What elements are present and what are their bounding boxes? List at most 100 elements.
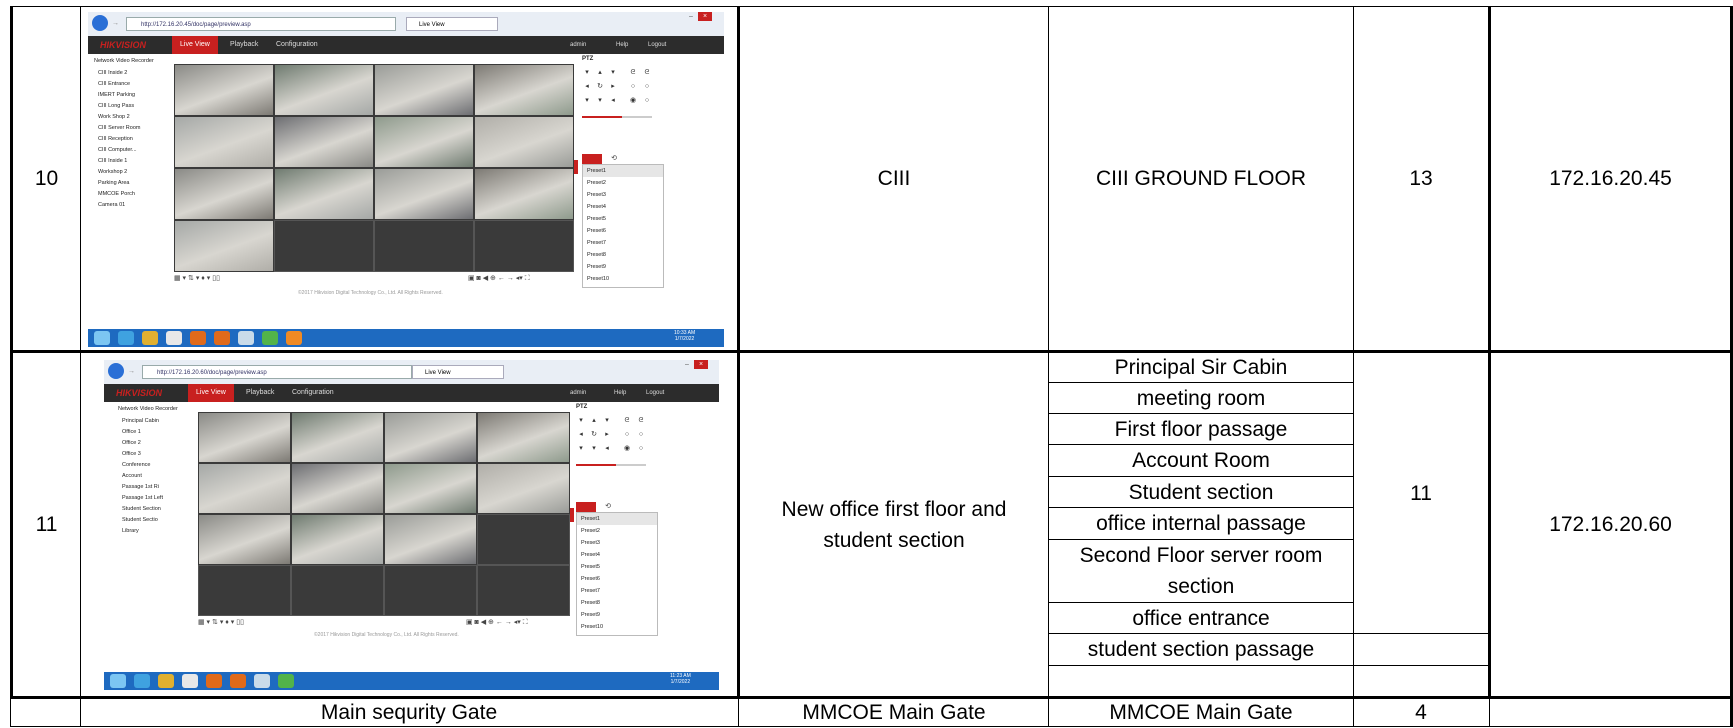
help-link[interactable]: Help <box>616 36 628 54</box>
tab-configuration[interactable]: Configuration <box>284 384 342 402</box>
panel-toggle[interactable] <box>574 160 578 174</box>
preset-item[interactable]: Preset7 <box>583 237 663 249</box>
ptz-speed-slider[interactable] <box>576 464 646 466</box>
ptz-direction-button[interactable]: ▾ <box>589 444 599 454</box>
preset-item[interactable]: Preset2 <box>577 525 657 537</box>
empty-feed-tile[interactable] <box>474 220 574 272</box>
firefox-icon[interactable] <box>190 331 206 345</box>
camera-feed-tile[interactable] <box>385 515 476 564</box>
ptz-zoom-button[interactable]: ᘓ <box>628 68 638 78</box>
ptz-zoom-button[interactable]: ○ <box>622 430 632 440</box>
ptz-zoom-button[interactable]: ◉ <box>622 444 632 454</box>
logout-link[interactable]: Logout <box>648 36 666 54</box>
firefox-icon[interactable] <box>214 331 230 345</box>
tab-live-view[interactable]: Live View <box>172 36 218 54</box>
ptz-zoom-button[interactable]: ○ <box>636 444 646 454</box>
preset-item[interactable]: Preset10 <box>583 273 663 285</box>
camera-feed-tile[interactable] <box>199 464 290 513</box>
camera-feed-tile[interactable] <box>478 413 569 462</box>
camera-feed-tile[interactable] <box>175 169 273 219</box>
folder-icon[interactable] <box>142 331 158 345</box>
preset-item[interactable]: Preset10 <box>577 621 657 633</box>
back-icon[interactable] <box>108 363 124 379</box>
q-app-icon[interactable] <box>286 331 302 345</box>
preset-item[interactable]: Preset2 <box>583 177 663 189</box>
camera-feed-tile[interactable] <box>199 515 290 564</box>
ptz-zoom-button[interactable]: ○ <box>642 96 652 106</box>
paint-icon[interactable] <box>238 331 254 345</box>
browser-tab[interactable]: Live View <box>412 365 504 379</box>
tree-root[interactable]: Network Video Recorder <box>118 404 208 415</box>
empty-feed-tile[interactable] <box>384 565 477 616</box>
address-bar[interactable]: http://172.16.20.60/doc/page/preview.asp <box>142 365 412 379</box>
preset-item[interactable]: Preset9 <box>583 261 663 273</box>
playback-controls[interactable]: ▣ ◙ ◀ ⊕ ← → ◂▾ ⛶ <box>468 274 530 283</box>
tab-playback[interactable]: Playback <box>222 36 266 54</box>
tab-playback[interactable]: Playback <box>238 384 282 402</box>
empty-feed-tile[interactable] <box>374 220 474 272</box>
ptz-zoom-button[interactable]: ᘓ <box>636 416 646 426</box>
ptz-direction-button[interactable]: ◂ <box>602 444 612 454</box>
playback-controls[interactable]: ▣ ◙ ◀ ⊕ ← → ◂▾ ⛶ <box>466 618 528 627</box>
preset-item[interactable]: Preset1 <box>583 165 663 177</box>
preset-item[interactable]: Preset6 <box>583 225 663 237</box>
preset-item[interactable]: Preset7 <box>577 585 657 597</box>
preset-item[interactable]: Preset3 <box>577 537 657 549</box>
camera-feed-tile[interactable] <box>292 464 383 513</box>
back-icon[interactable] <box>92 15 108 31</box>
empty-feed-tile[interactable] <box>477 514 570 565</box>
firefox-icon[interactable] <box>230 674 246 688</box>
patrol-tab[interactable]: ⟲ <box>598 502 618 512</box>
minimize-icon[interactable]: – <box>680 360 694 369</box>
empty-feed-tile[interactable] <box>291 565 384 616</box>
ptz-direction-button[interactable]: ▸ <box>602 430 612 440</box>
camera-feed-tile[interactable] <box>275 117 373 167</box>
camera-feed-tile[interactable] <box>475 117 573 167</box>
firefox-icon[interactable] <box>206 674 222 688</box>
preset-item[interactable]: Preset8 <box>577 597 657 609</box>
ptz-direction-button[interactable]: ↻ <box>595 82 605 92</box>
preset-item[interactable]: Preset8 <box>583 249 663 261</box>
ptz-direction-button[interactable]: ▴ <box>589 416 599 426</box>
paint-icon[interactable] <box>254 674 270 688</box>
preset-tab[interactable] <box>582 154 602 164</box>
layout-icon[interactable]: ▦ ▾ ⇅ ▾ ♦ ▾ ▯▯ <box>174 274 220 282</box>
camera-feed-tile[interactable] <box>292 413 383 462</box>
panel-toggle[interactable] <box>570 508 574 522</box>
browser-tab[interactable]: Live View <box>406 17 498 31</box>
help-link[interactable]: Help <box>614 384 626 402</box>
ptz-direction-button[interactable]: ▾ <box>576 444 586 454</box>
preset-item[interactable]: Preset4 <box>577 549 657 561</box>
ptz-zoom-button[interactable]: ○ <box>628 82 638 92</box>
camera-feed-tile[interactable] <box>199 413 290 462</box>
layout-icon[interactable]: ▦ ▾ ⇅ ▾ ♦ ▾ ▯▯ <box>198 618 244 626</box>
ptz-direction-button[interactable]: ▾ <box>608 68 618 78</box>
camera-feed-tile[interactable] <box>478 464 569 513</box>
preset-item[interactable]: Preset5 <box>583 213 663 225</box>
ptz-direction-button[interactable]: ◂ <box>576 430 586 440</box>
ptz-direction-button[interactable]: ◂ <box>582 82 592 92</box>
camera-feed-tile[interactable] <box>375 65 473 115</box>
forward-icon[interactable]: → <box>112 20 119 27</box>
chrome-icon[interactable] <box>166 331 182 345</box>
camera-feed-tile[interactable] <box>175 65 273 115</box>
preset-item[interactable]: Preset5 <box>577 561 657 573</box>
close-icon[interactable]: × <box>694 360 708 369</box>
camera-feed-tile[interactable] <box>475 65 573 115</box>
address-bar[interactable]: http://172.16.20.45/doc/page/preview.asp <box>126 17 396 31</box>
forward-icon[interactable]: → <box>128 368 135 375</box>
ptz-direction-button[interactable]: ▴ <box>595 68 605 78</box>
camera-feed-tile[interactable] <box>275 169 373 219</box>
camera-feed-tile[interactable] <box>175 117 273 167</box>
ptz-direction-button[interactable]: ▸ <box>608 82 618 92</box>
start-icon[interactable] <box>94 331 110 345</box>
preset-item[interactable]: Preset3 <box>583 189 663 201</box>
camera-feed-tile[interactable] <box>292 515 383 564</box>
user-label[interactable]: admin <box>570 36 586 54</box>
minimize-icon[interactable]: – <box>684 12 698 21</box>
camera-feed-tile[interactable] <box>275 65 373 115</box>
empty-feed-tile[interactable] <box>477 565 570 616</box>
photos-icon[interactable] <box>262 331 278 345</box>
ptz-direction-button[interactable]: ▾ <box>582 68 592 78</box>
empty-feed-tile[interactable] <box>198 565 291 616</box>
